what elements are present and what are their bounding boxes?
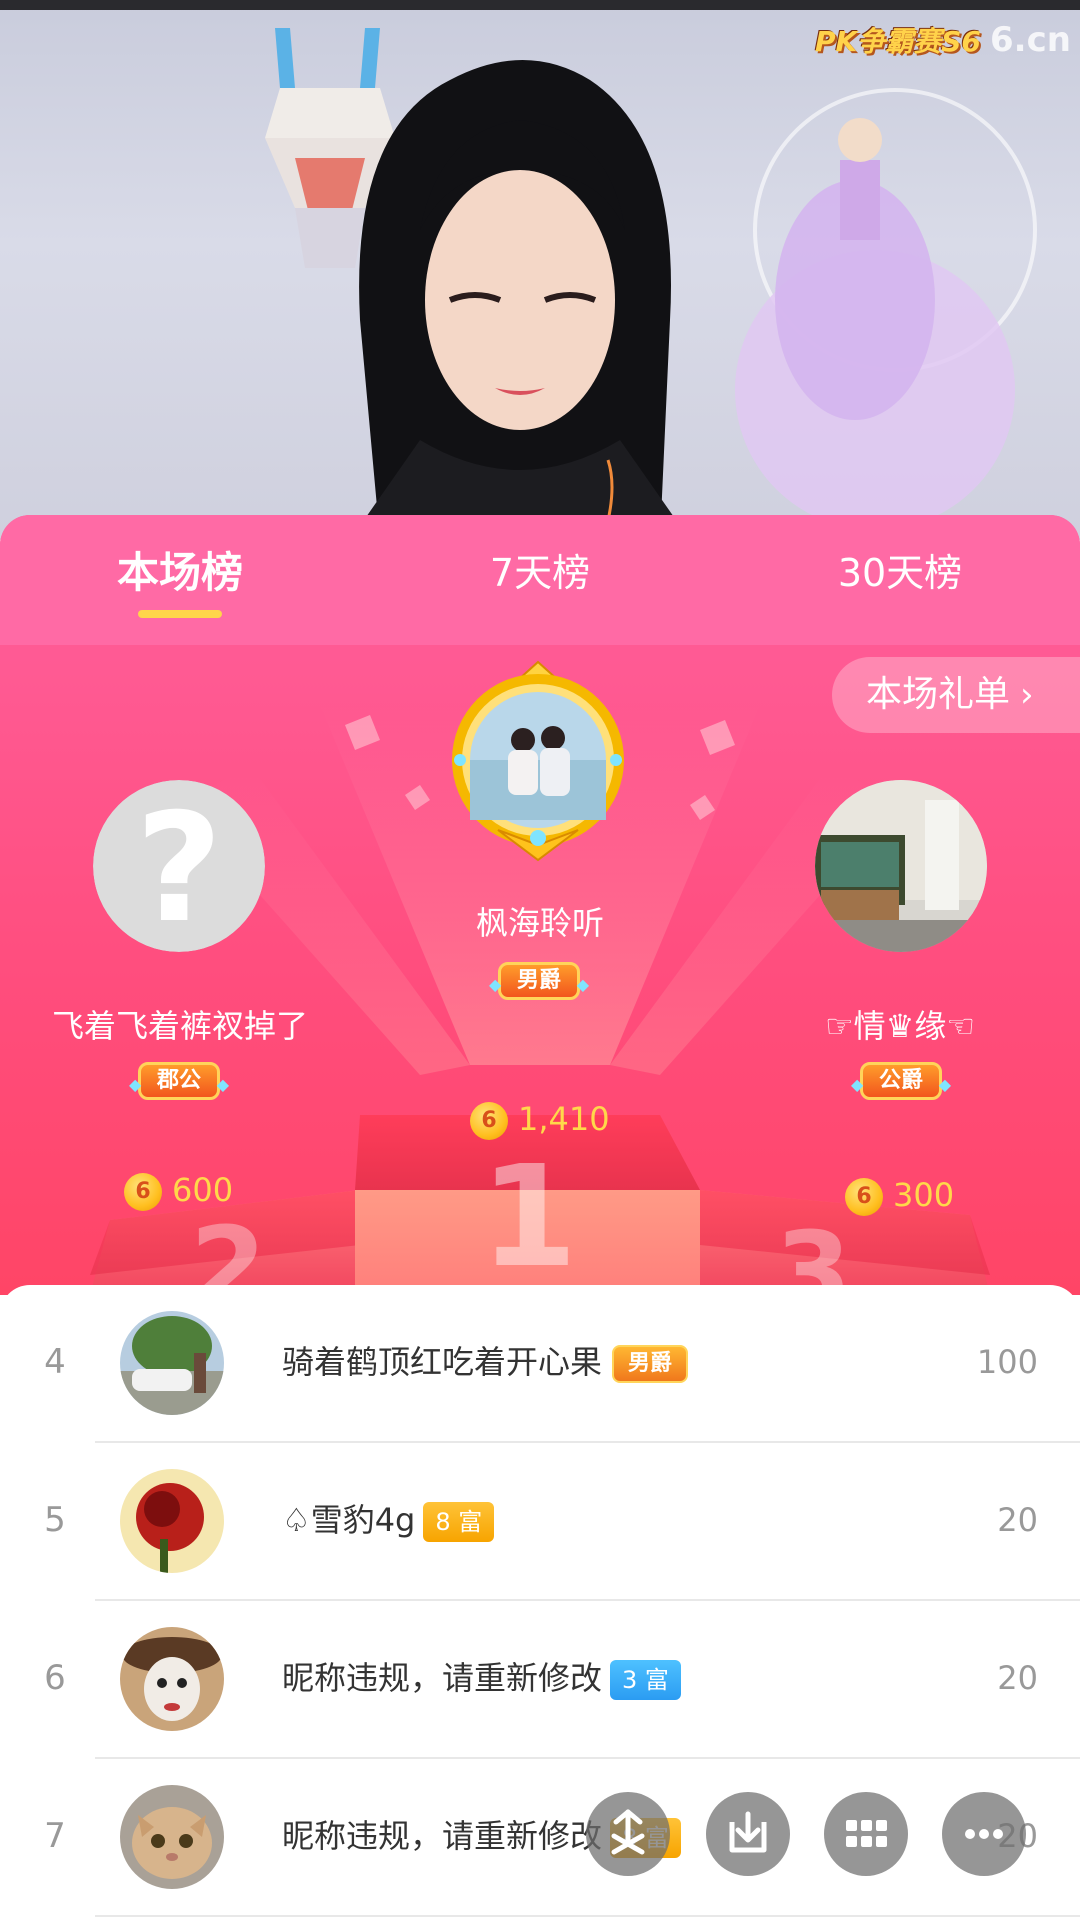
row-rank: 7 (44, 1816, 66, 1856)
first-place-nickname: 枫海聆听 (475, 904, 604, 942)
third-place-avatar[interactable] (815, 780, 987, 952)
third-place-title-badge: 公爵 (851, 1062, 951, 1101)
svg-text:?: ? (135, 782, 222, 952)
row-title-badge: 男爵 (612, 1345, 689, 1383)
row-nickname-block: ♤雪豹4g 8 富 (282, 1495, 495, 1545)
second-place-avatar[interactable]: ? (93, 780, 265, 952)
row-rank: 5 (44, 1500, 66, 1540)
row-wealth-level-badge: 8 富 (423, 1502, 495, 1542)
row-nickname: 骑着鹤顶红吃着开心果 (282, 1343, 603, 1381)
row-nickname: 昵称违规，请重新修改 (282, 1659, 603, 1697)
coin-icon: 6 (470, 1102, 508, 1140)
list-item[interactable]: 4 骑着鹤顶红吃着开心果 男爵 100 (0, 1285, 1080, 1443)
pk-contest-logo: PK争霸赛S6 (815, 25, 981, 58)
second-place-nickname: 飞着飞着裤衩掉了 (51, 1007, 308, 1045)
third-place-coin-value: 300 (893, 1176, 955, 1214)
row-avatar[interactable] (120, 1469, 224, 1573)
second-place-coins: 6 600 (124, 1168, 233, 1212)
third-place-coins: 6 300 (845, 1173, 954, 1217)
third-place-nickname: ☞情♛缘☜ (824, 1007, 976, 1045)
second-place-coin-value: 600 (172, 1171, 234, 1209)
row-score: 20 (997, 1659, 1038, 1697)
row-nickname: ♤雪豹4g (282, 1501, 416, 1539)
more-features-button[interactable] (824, 1792, 908, 1876)
download-icon (729, 1811, 767, 1853)
more-icon (965, 1829, 1003, 1839)
coin-icon: 6 (124, 1173, 162, 1211)
first-place-coins: 6 1,410 (470, 1097, 610, 1141)
row-avatar[interactable] (120, 1311, 224, 1415)
grid-icon (846, 1820, 887, 1847)
row-score: 100 (976, 1343, 1038, 1381)
share-icon (611, 1809, 645, 1855)
streamer-image (350, 60, 690, 540)
row-nickname-block: 昵称违规，请重新修改 3 富 (282, 1653, 681, 1703)
ranking-list: 4 骑着鹤顶红吃着开心果 男爵 100 5 ♤雪豹4g 8 富 20 6 昵称违… (0, 1285, 1080, 1920)
first-place-title-badge: 男爵 (489, 962, 589, 1001)
live-video[interactable]: PK争霸赛S6 6.cn (0, 0, 1080, 540)
row-score: 20 (997, 1501, 1038, 1539)
row-wealth-level-badge: 3 富 (610, 1660, 681, 1700)
row-avatar[interactable] (120, 1627, 224, 1731)
site-logo: 6.cn (990, 20, 1071, 60)
row-rank: 4 (44, 1342, 66, 1382)
more-options-button[interactable] (942, 1792, 1026, 1876)
list-item[interactable]: 7 昵称违规，请重新修改8 富 20 (0, 1759, 1080, 1917)
ranking-panel: 2 3 1 本场榜 7天榜 30天榜 本场礼单 › 枫海聆听 ◆ 男爵 ◆ 6 … (0, 515, 1080, 1295)
second-place-title-badge: 郡公 (129, 1062, 229, 1101)
first-place-coin-value: 1,410 (518, 1100, 610, 1138)
row-rank: 6 (44, 1658, 66, 1698)
row-nickname-block: 骑着鹤顶红吃着开心果 男爵 (282, 1337, 689, 1387)
podium: 枫海聆听 男爵 61,410 ? 飞着飞着裤衩掉了 郡公 6600 ☞情♛缘☜ … (0, 515, 1080, 1295)
list-item[interactable]: 5 ♤雪豹4g 8 富 20 (0, 1443, 1080, 1601)
row-avatar[interactable] (120, 1785, 224, 1889)
first-place-avatar[interactable] (448, 660, 628, 862)
coin-icon: 6 (845, 1178, 883, 1216)
row-divider (95, 1915, 1080, 1917)
doll-dress-decoration (735, 88, 1037, 530)
row-nickname: 昵称违规，请重新修改 (282, 1817, 603, 1855)
share-button[interactable] (586, 1792, 670, 1876)
status-bar (0, 0, 1080, 10)
list-item[interactable]: 6 昵称违规，请重新修改 3 富 20 (0, 1601, 1080, 1759)
download-button[interactable] (706, 1792, 790, 1876)
